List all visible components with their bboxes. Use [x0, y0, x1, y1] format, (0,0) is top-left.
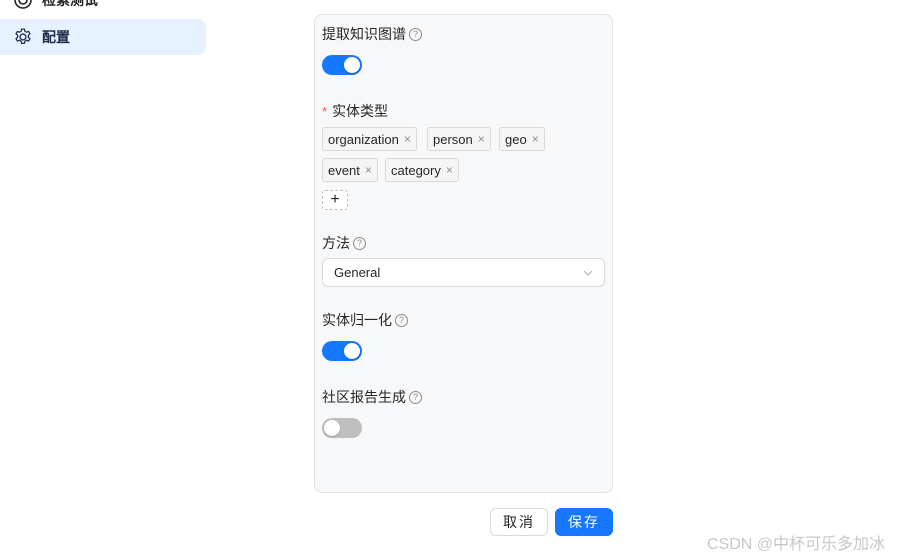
close-icon[interactable]: ×: [404, 132, 411, 146]
entity-resolution-label: 实体归一化: [322, 312, 392, 328]
tag-label: person: [433, 131, 473, 147]
entity-type-tag: organization ×: [322, 127, 417, 151]
entity-resolution-field-label: 实体归一化 ?: [322, 310, 408, 330]
entity-types-label: 实体类型: [332, 103, 389, 119]
close-icon[interactable]: ×: [478, 132, 485, 146]
close-icon[interactable]: ×: [365, 163, 372, 177]
method-select[interactable]: General: [322, 258, 605, 287]
tag-label: geo: [505, 131, 527, 147]
community-report-label: 社区报告生成: [322, 389, 406, 405]
toggle-knob: [324, 420, 340, 436]
watermark: CSDN @中杯可乐多加冰: [707, 536, 886, 553]
chevron-down-icon: [582, 267, 594, 282]
sidebar-item-label: 配置: [42, 29, 70, 45]
sidebar-item-label: 检索测试: [42, 0, 98, 8]
entity-type-tag: category ×: [385, 158, 459, 182]
gear-icon: [12, 26, 34, 48]
method-field-label: 方法 ?: [322, 233, 366, 253]
toggle-knob: [344, 343, 360, 359]
sidebar-item-settings[interactable]: 配置: [0, 19, 206, 55]
method-select-value: General: [334, 265, 381, 280]
graph-settings-panel: 提取知识图谱 ? * 实体类型 organization × person × …: [314, 14, 613, 493]
tag-label: event: [328, 162, 360, 178]
sidebar-item-retrieval-test[interactable]: 检索测试: [0, 0, 206, 18]
required-mark: *: [322, 103, 328, 119]
close-icon[interactable]: ×: [532, 132, 539, 146]
sidebar: 检索测试 配置: [0, 0, 210, 556]
entity-types-field-label: * 实体类型: [322, 101, 388, 121]
help-icon[interactable]: ?: [409, 390, 422, 404]
target-icon: [12, 0, 34, 11]
entity-resolution-toggle[interactable]: [322, 341, 362, 361]
close-icon[interactable]: ×: [446, 163, 453, 177]
community-report-field-label: 社区报告生成 ?: [322, 387, 422, 407]
method-label: 方法: [322, 235, 350, 251]
toggle-knob: [344, 57, 360, 73]
tag-label: organization: [328, 131, 399, 147]
entity-type-tag: event ×: [322, 158, 378, 182]
community-report-toggle[interactable]: [322, 418, 362, 438]
entity-type-tag: person ×: [427, 127, 491, 151]
add-tag-button[interactable]: +: [322, 190, 348, 210]
cancel-button[interactable]: 取消: [490, 508, 548, 536]
help-icon[interactable]: ?: [395, 313, 408, 327]
tag-label: category: [391, 162, 441, 178]
save-button[interactable]: 保存: [555, 508, 613, 536]
knowledge-graph-field-label: 提取知识图谱 ?: [322, 24, 422, 44]
knowledge-graph-label: 提取知识图谱: [322, 26, 406, 42]
help-icon[interactable]: ?: [409, 27, 422, 41]
entity-type-tag: geo ×: [499, 127, 545, 151]
help-icon[interactable]: ?: [353, 236, 366, 250]
knowledge-graph-toggle[interactable]: [322, 55, 362, 75]
